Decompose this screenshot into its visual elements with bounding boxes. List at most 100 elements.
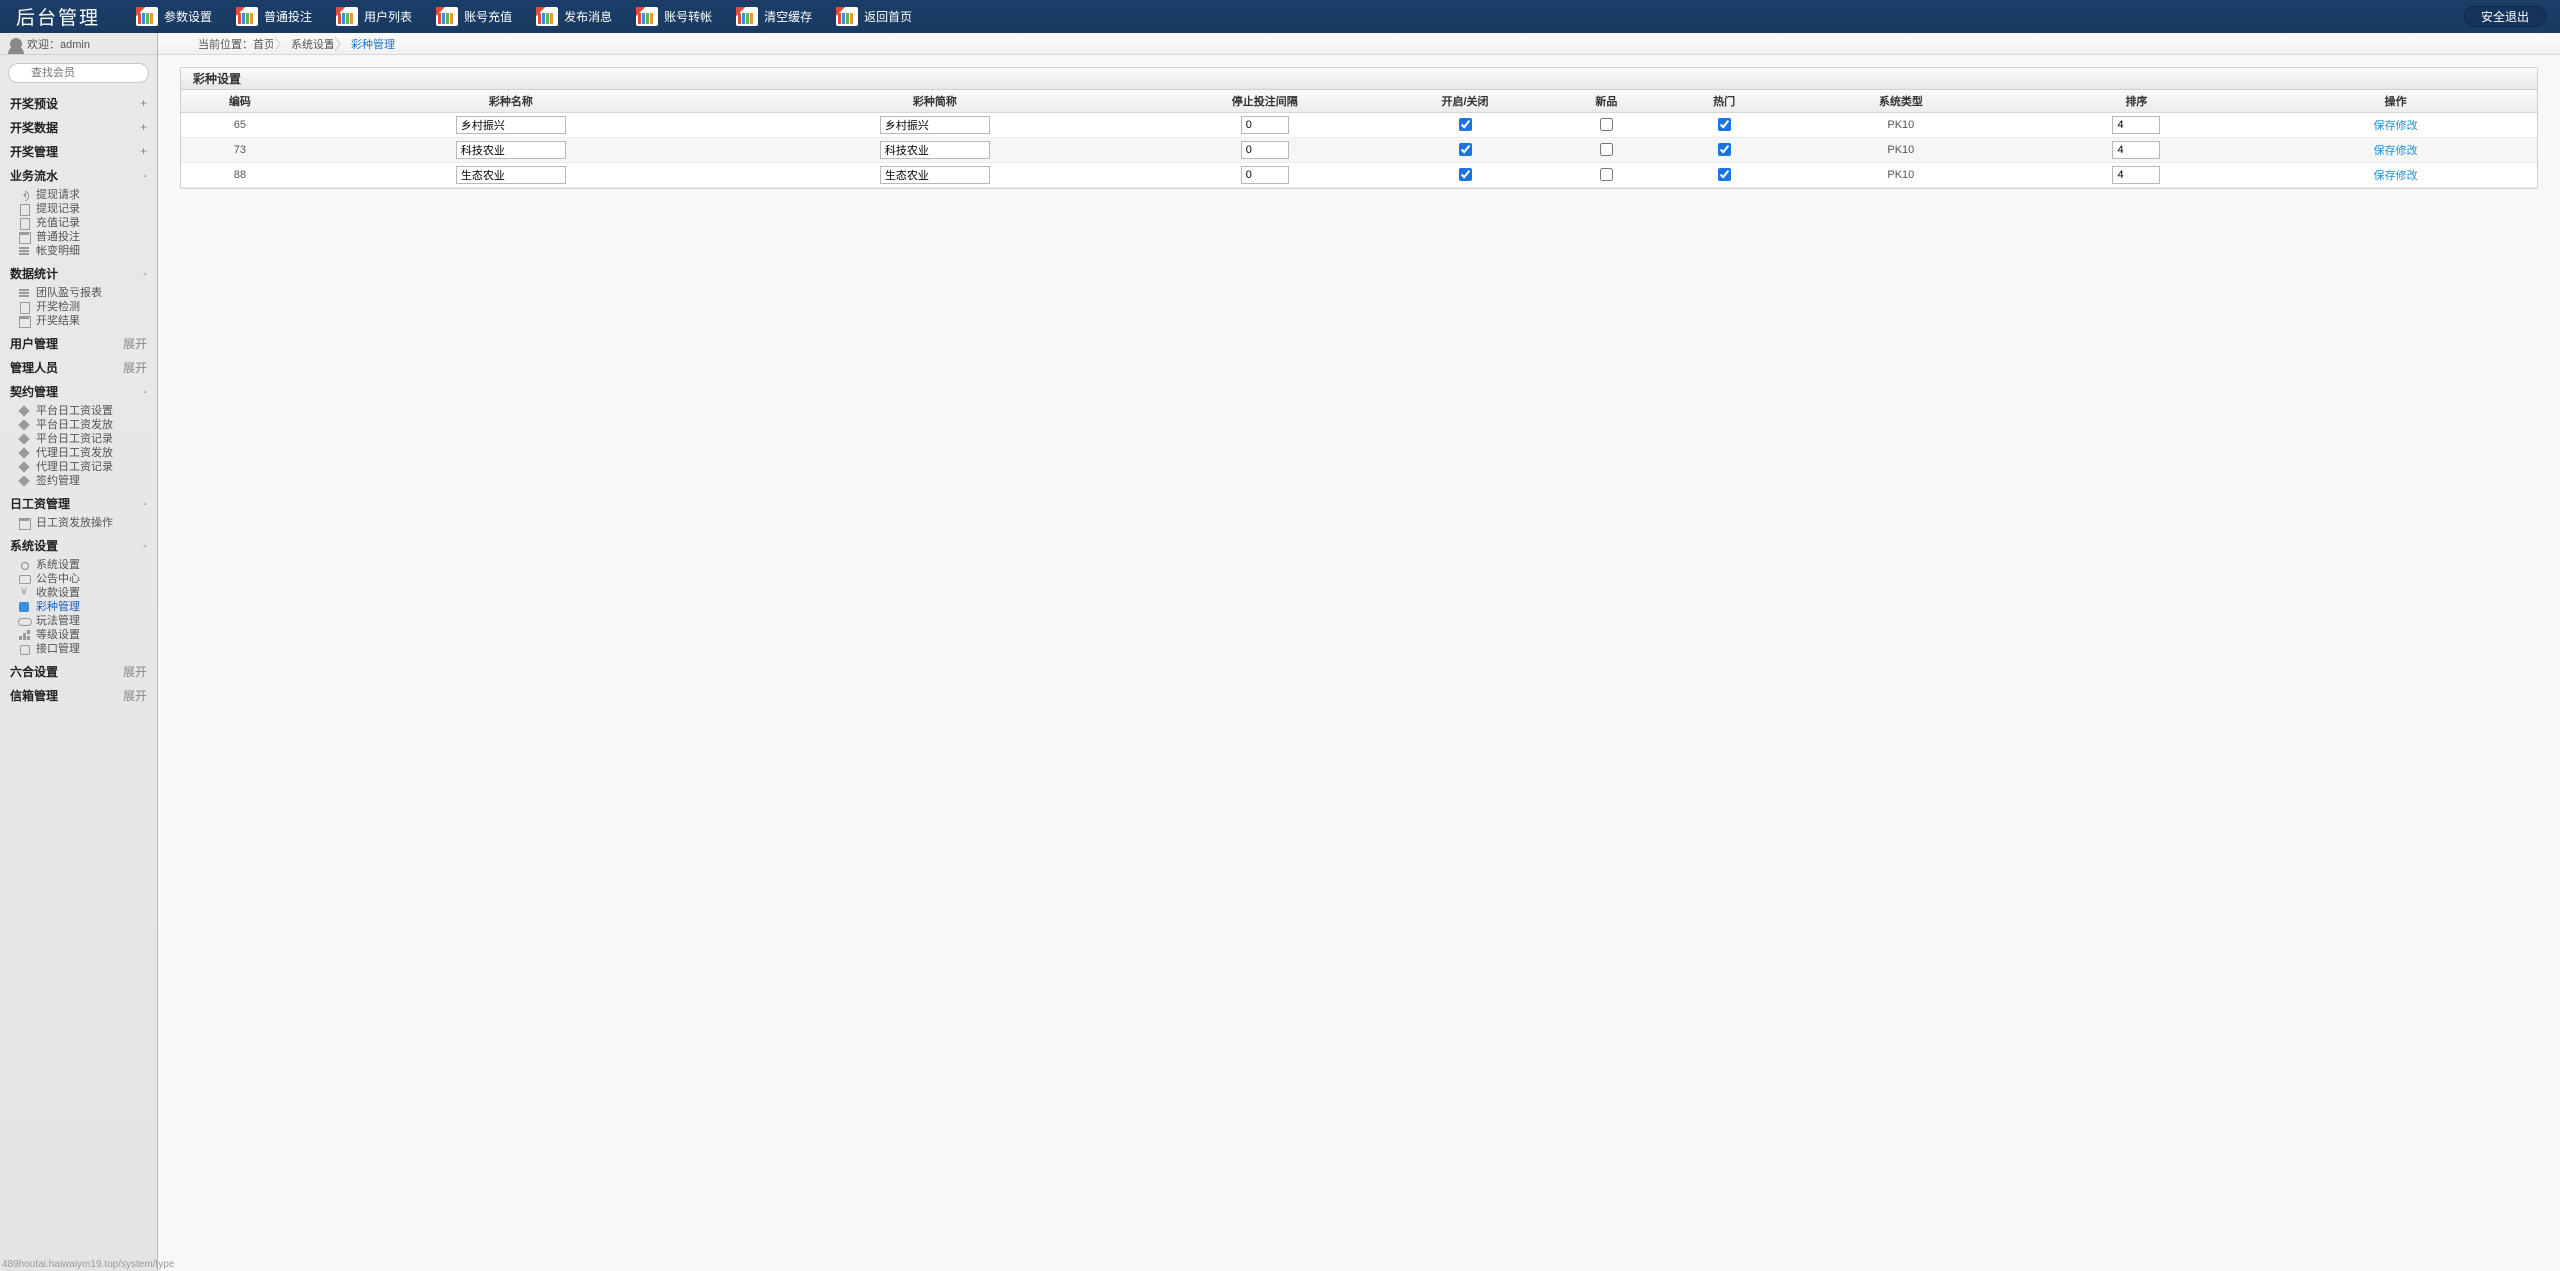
sidebar-item-9-5[interactable]: 等级设置: [0, 628, 157, 642]
sidebar-item-label: 等级设置: [36, 628, 80, 642]
sidebar-item-7-0[interactable]: 平台日工资设置: [0, 404, 157, 418]
save-link[interactable]: 保存修改: [2374, 145, 2418, 157]
sidebar-item-7-3[interactable]: 代理日工资发放: [0, 446, 157, 460]
sidebar-group-head-4[interactable]: 数据统计-: [0, 261, 157, 285]
sidebar-item-9-6[interactable]: 接口管理: [0, 642, 157, 656]
sidebar: 欢迎：admin 开奖预设+开奖数据+开奖管理+业务流水-提现请求提现记录充值记…: [0, 33, 158, 1271]
checkbox-open[interactable]: [1459, 118, 1472, 131]
sidebar-item-label: 提现请求: [36, 188, 80, 202]
input-stop[interactable]: [1241, 141, 1289, 159]
sidebar-group-head-3[interactable]: 业务流水-: [0, 163, 157, 187]
sidebar-item-7-2[interactable]: 平台日工资记录: [0, 432, 157, 446]
welcome-user: admin: [60, 39, 90, 51]
sidebar-item-3-0[interactable]: 提现请求: [0, 188, 157, 202]
checkbox-hot[interactable]: [1718, 118, 1731, 131]
sidebar-group-title: 系统设置: [10, 537, 58, 554]
input-short[interactable]: [880, 116, 990, 134]
save-link[interactable]: 保存修改: [2374, 120, 2418, 132]
sidebar-item-label: 收款设置: [36, 586, 80, 600]
topnav-item-3[interactable]: 账号充值: [428, 0, 528, 33]
input-sort[interactable]: [2112, 166, 2160, 184]
sidebar-item-label: 团队盈亏报表: [36, 286, 102, 300]
sidebar-item-7-5[interactable]: 签约管理: [0, 474, 157, 488]
topnav-label: 清空缓存: [764, 8, 812, 25]
sidebar-item-9-4[interactable]: 玩法管理: [0, 614, 157, 628]
topnav-item-7[interactable]: 返回首页: [828, 0, 928, 33]
sidebar-group-head-2[interactable]: 开奖管理+: [0, 139, 157, 163]
col-5: 新品: [1547, 90, 1665, 112]
topnav-label: 发布消息: [564, 8, 612, 25]
input-sort[interactable]: [2112, 116, 2160, 134]
search-input[interactable]: [8, 63, 149, 83]
sidebar-group-head-8[interactable]: 日工资管理-: [0, 491, 157, 515]
checkbox-new[interactable]: [1600, 168, 1613, 181]
i-tag-icon: [18, 419, 30, 431]
topnav-item-1[interactable]: 普通投注: [228, 0, 328, 33]
sidebar-item-4-1[interactable]: 开奖检测: [0, 300, 157, 314]
sidebar-group-head-10[interactable]: 六合设置展开: [0, 659, 157, 683]
sidebar-item-9-0[interactable]: 系统设置: [0, 558, 157, 572]
sidebar-item-label: 帐变明细: [36, 244, 80, 258]
cell-code: 88: [181, 162, 299, 187]
sidebar-group-title: 六合设置: [10, 663, 58, 680]
sidebar-group-toggle: -: [143, 384, 147, 398]
topnav-item-2[interactable]: 用户列表: [328, 0, 428, 33]
cell-sys: PK10: [1783, 162, 2019, 187]
sidebar-group-head-1[interactable]: 开奖数据 +: [0, 115, 157, 139]
breadcrumb-system[interactable]: 系统设置: [283, 34, 343, 54]
sidebar-item-9-1[interactable]: 公告中心: [0, 572, 157, 586]
sidebar-item-4-2[interactable]: 开奖结果: [0, 314, 157, 328]
sidebar-group-title: 数据统计: [10, 265, 58, 282]
checkbox-new[interactable]: [1600, 143, 1613, 156]
sidebar-item-3-1[interactable]: 提现记录: [0, 202, 157, 216]
logout-button[interactable]: 安全退出: [2464, 6, 2546, 27]
topnav-label: 返回首页: [864, 8, 912, 25]
sidebar-item-9-3[interactable]: 彩种管理: [0, 600, 157, 614]
topnav-item-0[interactable]: 参数设置: [128, 0, 228, 33]
sidebar-group-title: 开奖数据: [10, 119, 58, 136]
sidebar-group-head-5[interactable]: 用户管理展开: [0, 331, 157, 355]
checkbox-open[interactable]: [1459, 168, 1472, 181]
sidebar-group-head-0[interactable]: 开奖预设+: [0, 91, 157, 115]
input-short[interactable]: [880, 141, 990, 159]
input-short[interactable]: [880, 166, 990, 184]
sidebar-item-3-4[interactable]: 帐变明细: [0, 244, 157, 258]
topnav-item-4[interactable]: 发布消息: [528, 0, 628, 33]
sidebar-group-head-6[interactable]: 管理人员展开: [0, 355, 157, 379]
bars-icon: [536, 7, 558, 26]
sidebar-group-head-9[interactable]: 系统设置-: [0, 533, 157, 557]
bars-icon: [836, 7, 858, 26]
i-tag-icon: [18, 447, 30, 459]
sidebar-item-label: 平台日工资设置: [36, 404, 113, 418]
checkbox-hot[interactable]: [1718, 168, 1731, 181]
checkbox-open[interactable]: [1459, 143, 1472, 156]
topnav-item-5[interactable]: 账号转帐: [628, 0, 728, 33]
input-name[interactable]: [456, 141, 566, 159]
sidebar-item-7-1[interactable]: 平台日工资发放: [0, 418, 157, 432]
i-api-icon: [18, 643, 30, 655]
input-sort[interactable]: [2112, 141, 2160, 159]
input-name[interactable]: [456, 166, 566, 184]
sidebar-item-4-0[interactable]: 团队盈亏报表: [0, 286, 157, 300]
sidebar-item-8-0[interactable]: 日工资发放操作: [0, 516, 157, 530]
input-name[interactable]: [456, 116, 566, 134]
input-stop[interactable]: [1241, 166, 1289, 184]
sidebar-group-toggle: +: [140, 120, 147, 134]
sidebar-item-3-2[interactable]: 充值记录: [0, 216, 157, 230]
brand-title: 后台管理: [0, 3, 128, 30]
i-game-icon: [18, 615, 30, 627]
breadcrumb-home[interactable]: 首页: [253, 36, 275, 52]
save-link[interactable]: 保存修改: [2374, 170, 2418, 182]
sidebar-group-head-11[interactable]: 信箱管理展开: [0, 683, 157, 707]
sidebar-item-7-4[interactable]: 代理日工资记录: [0, 460, 157, 474]
topnav-item-6[interactable]: 清空缓存: [728, 0, 828, 33]
checkbox-new[interactable]: [1600, 118, 1613, 131]
checkbox-hot[interactable]: [1718, 143, 1731, 156]
input-stop[interactable]: [1241, 116, 1289, 134]
sidebar-item-3-3[interactable]: 普通投注: [0, 230, 157, 244]
i-level-icon: [18, 629, 30, 641]
i-sound-icon: [18, 189, 30, 201]
sidebar-item-9-2[interactable]: 收款设置: [0, 586, 157, 600]
sidebar-group-head-7[interactable]: 契约管理-: [0, 379, 157, 403]
sidebar-group-title: 开奖管理: [10, 143, 58, 160]
